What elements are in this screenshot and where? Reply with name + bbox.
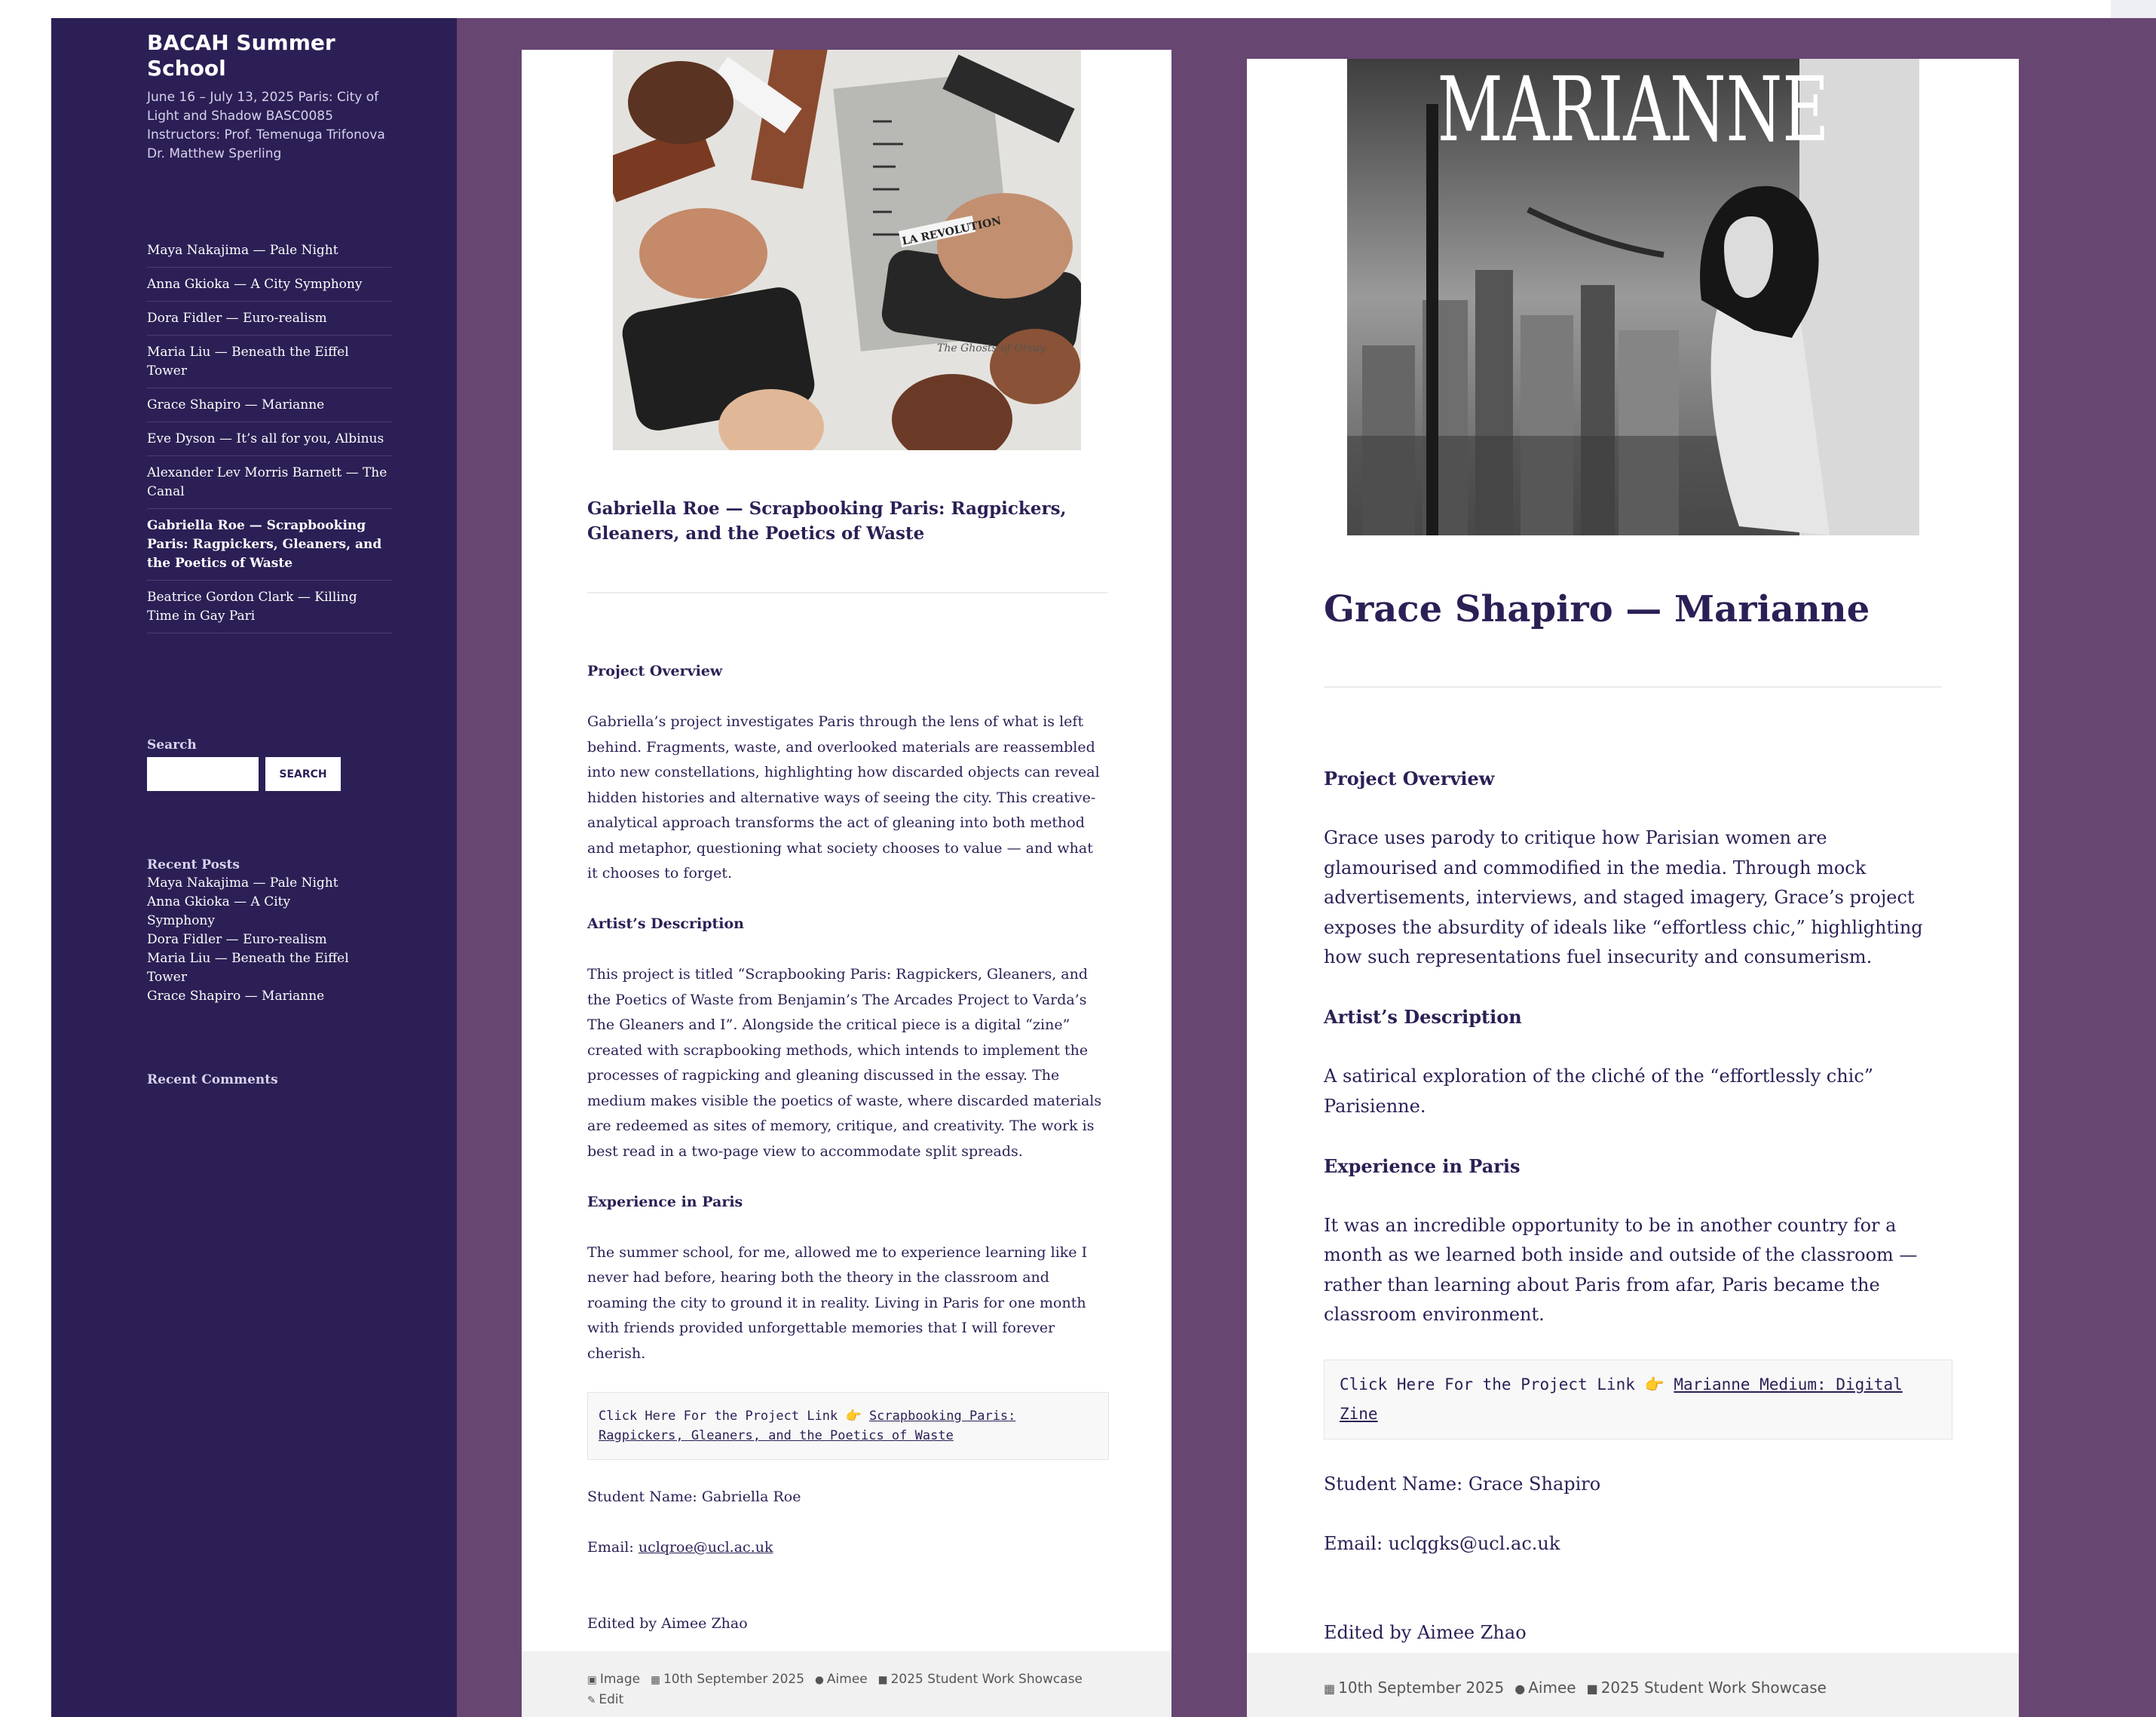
section-heading: Experience in Paris <box>587 1193 743 1210</box>
email-label: Email: <box>587 1539 634 1556</box>
recent-posts-list: Maya Nakajima — Pale Night Anna Gkioka —… <box>147 874 351 1006</box>
section-heading: Project Overview <box>587 663 723 679</box>
edited-by: Edited by Aimee Zhao <box>587 1614 748 1632</box>
student-name: Student Name: Grace Shapiro <box>1324 1473 1601 1495</box>
nav-item-current[interactable]: Gabriella Roe — Scrapbooking Paris: Ragp… <box>147 509 392 581</box>
author-icon: ● <box>1514 1682 1526 1696</box>
site-description: June 16 – July 13, 2025 Paris: City of L… <box>147 90 385 161</box>
calendar-icon: ▦ <box>651 1674 660 1686</box>
recent-post-link[interactable]: Grace Shapiro — Marianne <box>147 987 351 1006</box>
post-format-link[interactable]: Image <box>600 1672 640 1687</box>
section-heading: Artist’s Description <box>587 915 744 932</box>
author-link[interactable]: Aimee <box>1528 1679 1576 1697</box>
author-link[interactable]: Aimee <box>827 1672 868 1687</box>
nav-item[interactable]: Anna Gkioka — A City Symphony <box>147 268 392 302</box>
post-card-grace: MARIANNE Grace Shapiro — Marianne Projec… <box>1247 59 2019 1717</box>
post-date-link[interactable]: 10th September 2025 <box>1338 1679 1504 1697</box>
edit-link[interactable]: Edit <box>599 1692 623 1707</box>
recent-post-link[interactable]: Dora Fidler — Euro-realism <box>147 931 351 949</box>
calendar-icon: ▦ <box>1324 1682 1336 1696</box>
email-line: Email: uclqroe@ucl.ac.uk <box>587 1535 1107 1561</box>
post-footer: ▣ Image ▦ 10th September 2025 ● Aimee ■ 2025 St… <box>522 1651 1171 1717</box>
post-card-gabriella: LA REVOLUTION The Ghosts of Orsay Gabrie… <box>522 50 1171 1717</box>
post-footer: ▦ 10th September 2025 ● Aimee ■ 2025 Student … <box>1247 1653 2019 1717</box>
nav-item[interactable]: Maria Liu — Beneath the Eiffel Tower <box>147 336 392 388</box>
recent-post-link[interactable]: Maria Liu — Beneath the Eiffel Tower <box>147 949 351 987</box>
collage-word-2: The Ghosts of Orsay <box>937 342 1046 354</box>
post-image-marianne[interactable]: MARIANNE <box>1347 59 1919 535</box>
category-link[interactable]: 2025 Student Work Showcase <box>891 1672 1083 1687</box>
overview-text: Grace uses parody to critique how Parisi… <box>1324 827 1923 967</box>
nav-item[interactable]: Alexander Lev Morris Barnett — The Canal <box>147 456 392 509</box>
edited-by: Edited by Aimee Zhao <box>1324 1622 1527 1643</box>
cover-masthead: MARIANNE <box>1438 59 1830 161</box>
image-format-icon: ▣ <box>587 1674 597 1686</box>
window-edge <box>2111 0 2156 18</box>
nav-item[interactable]: Grace Shapiro — Marianne <box>147 388 392 422</box>
email-line: Email: uclqgks@ucl.ac.uk <box>1324 1532 1560 1554</box>
recent-post-link[interactable]: Anna Gkioka — A City Symphony <box>147 893 351 931</box>
post-title[interactable]: Grace Shapiro — Marianne <box>1324 587 1942 632</box>
student-name: Student Name: Gabriella Roe <box>587 1489 801 1505</box>
experience-text: It was an incredible opportunity to be i… <box>1324 1214 1918 1326</box>
artist-description-text: This project is titled “Scrapbooking Par… <box>587 966 1102 1160</box>
nav-item[interactable]: Eve Dyson — It’s all for you, Albinus <box>147 422 392 456</box>
search-button[interactable]: SEARCH <box>265 757 341 791</box>
section-heading: Experience in Paris <box>1324 1154 1521 1177</box>
folder-icon: ■ <box>877 1674 888 1686</box>
project-link-box: Click Here For the Project Link 👉 Scrapb… <box>587 1391 1109 1460</box>
site-title[interactable]: BACAH Summer School <box>147 30 343 81</box>
folder-icon: ■ <box>1586 1682 1598 1696</box>
nav-item[interactable]: Maya Nakajima — Pale Night <box>147 234 392 268</box>
divider <box>587 592 1107 593</box>
post-date-link[interactable]: 10th September 2025 <box>663 1672 804 1687</box>
post-title[interactable]: Gabriella Roe — Scrapbooking Paris: Ragp… <box>587 496 1115 546</box>
nav-item[interactable]: Beatrice Gordon Clark — Killing Time in … <box>147 581 392 633</box>
artist-description-text: A satirical exploration of the cliché of… <box>1324 1065 1874 1117</box>
recent-posts-title: Recent Posts <box>147 857 240 872</box>
section-heading: Project Overview <box>1324 768 1495 790</box>
sidebar-nav: Maya Nakajima — Pale Night Anna Gkioka —… <box>147 234 392 633</box>
recent-post-link[interactable]: Maya Nakajima — Pale Night <box>147 874 351 893</box>
marianne-cover-illustration: MARIANNE <box>1347 59 1919 535</box>
nav-item[interactable]: Dora Fidler — Euro-realism <box>147 302 392 336</box>
recent-comments-title: Recent Comments <box>147 1072 278 1087</box>
post-content: Project Overview Gabriella’s project inv… <box>587 659 1109 1662</box>
experience-text: The summer school, for me, allowed me to… <box>587 1243 1088 1362</box>
category-link[interactable]: 2025 Student Work Showcase <box>1601 1679 1827 1697</box>
project-link-box: Click Here For the Project Link 👉 Marian… <box>1324 1360 1952 1440</box>
email-link[interactable]: uclqroe@ucl.ac.uk <box>639 1539 773 1556</box>
collage-illustration: LA REVOLUTION The Ghosts of Orsay <box>613 50 1081 450</box>
pencil-icon: ✎ <box>587 1694 596 1706</box>
search-input[interactable] <box>147 757 259 791</box>
section-heading: Artist’s Description <box>1324 1006 1522 1028</box>
link-prefix: Click Here For the Project Link 👉 <box>599 1408 862 1424</box>
divider <box>1324 686 1942 688</box>
post-image-collage[interactable]: LA REVOLUTION The Ghosts of Orsay <box>613 50 1081 450</box>
link-prefix: Click Here For the Project Link 👉 <box>1340 1375 1664 1394</box>
post-content: Project Overview Grace uses parody to cr… <box>1324 764 1952 1678</box>
overview-text: Gabriella’s project investigates Paris t… <box>587 713 1100 881</box>
search-widget-title: Search <box>147 737 197 753</box>
author-icon: ● <box>815 1674 824 1686</box>
